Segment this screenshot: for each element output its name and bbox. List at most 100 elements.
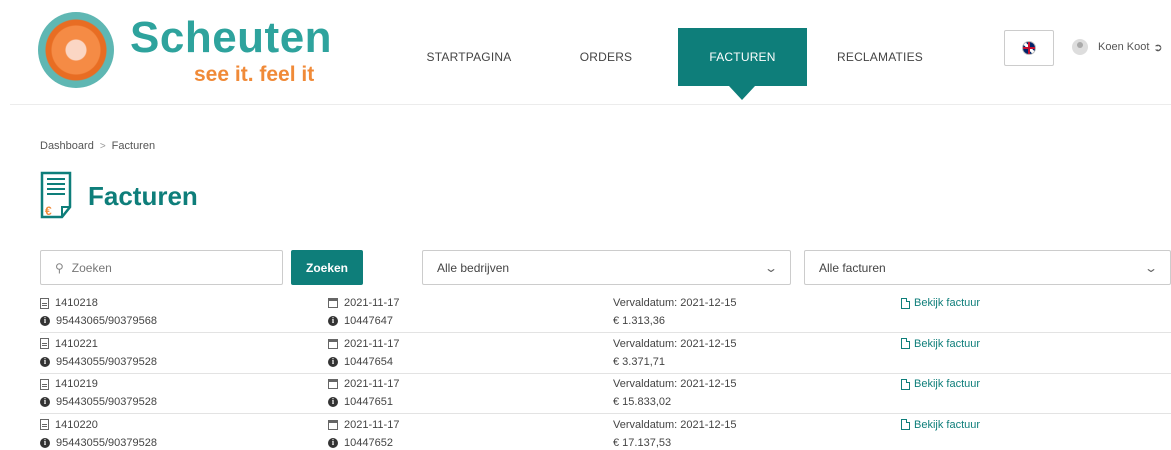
- header-divider: [10, 104, 1171, 105]
- scheuten-logo[interactable]: Scheuten see it. feel it: [38, 12, 332, 92]
- invoice-number-cell: 1410220: [40, 417, 98, 433]
- breadcrumb: Dashboard > Facturen: [40, 140, 155, 152]
- invoice-number: 1410219: [55, 378, 98, 390]
- info-icon: i: [328, 316, 338, 326]
- view-invoice-link[interactable]: Bekijk factuur: [901, 417, 980, 433]
- breadcrumb-dashboard[interactable]: Dashboard: [40, 140, 94, 152]
- language-button[interactable]: [1004, 30, 1054, 66]
- invoice-reference: 95443055/90379528: [56, 436, 157, 449]
- search-input[interactable]: [71, 260, 262, 275]
- breadcrumb-current: Facturen: [111, 140, 156, 152]
- user-menu[interactable]: Koen Koot ➲: [1072, 38, 1163, 56]
- invoice-number-cell: 1410219: [40, 376, 98, 392]
- header: Scheuten see it. feel it STARTPAGINA ORD…: [0, 0, 1171, 104]
- view-invoice-label: Bekijk factuur: [914, 297, 981, 309]
- invoice-amount: € 15.833,02: [613, 396, 672, 408]
- due-date: Vervaldatum: 2021-12-15: [613, 418, 737, 431]
- logo-tagline: see it. feel it: [194, 63, 315, 86]
- document-icon: [40, 297, 49, 309]
- invoice-number-cell: 1410221: [40, 336, 98, 352]
- invoice-amount: € 3.371,71: [613, 355, 665, 368]
- invoice-number: 1410221: [55, 337, 98, 350]
- invoice-date: 2021-11-17: [344, 418, 400, 431]
- info-icon: i: [40, 397, 50, 407]
- invoice-document-icon: €: [40, 171, 72, 219]
- logout-icon[interactable]: ➲: [1153, 41, 1162, 54]
- active-nav-indicator: [729, 86, 755, 100]
- user-name: Koen Koot: [1098, 41, 1150, 53]
- breadcrumb-separator: >: [99, 140, 106, 152]
- info-icon: i: [40, 437, 50, 448]
- invoice-row: 1410218 i 95443065/90379568 2021-11-17 i…: [40, 293, 1171, 333]
- nav-orders[interactable]: ORDERS: [548, 28, 664, 86]
- company-select[interactable]: Alle bedrijven ⌄: [422, 250, 791, 285]
- invoice-number-cell: 1410218: [40, 295, 98, 311]
- order-number: 10447652: [344, 436, 393, 449]
- view-invoice-label: Bekijk factuur: [914, 418, 981, 431]
- search-button[interactable]: Zoeken: [291, 250, 363, 285]
- order-number-cell: i 10447647: [328, 313, 393, 329]
- invoice-reference-cell: i 95443065/90379568: [40, 313, 157, 329]
- info-icon: i: [328, 356, 338, 367]
- pdf-icon: [901, 378, 910, 390]
- invoice-reference: 95443065/90379568: [56, 315, 157, 327]
- invoice-amount: € 1.313,36: [613, 315, 665, 327]
- info-icon: i: [40, 316, 50, 326]
- view-invoice-link[interactable]: Bekijk factuur: [901, 336, 980, 352]
- calendar-icon: [328, 379, 338, 389]
- due-date: Vervaldatum: 2021-12-15: [613, 297, 737, 309]
- invoice-date: 2021-11-17: [344, 337, 400, 350]
- invoice-number: 1410218: [55, 297, 98, 309]
- document-icon: [40, 338, 49, 349]
- order-number-cell: i 10447652: [328, 435, 393, 450]
- invoice-row: 1410220 i 95443055/90379528 2021-11-17 i…: [40, 415, 1171, 450]
- order-number-cell: i 10447651: [328, 394, 393, 410]
- invoice-reference: 95443055/90379528: [56, 355, 157, 368]
- invoice-row: 1410221 i 95443055/90379528 2021-11-17 i…: [40, 334, 1171, 374]
- invoice-type-select[interactable]: Alle facturen ⌄: [804, 250, 1171, 285]
- invoice-row: 1410219 i 95443055/90379528 2021-11-17 i…: [40, 374, 1171, 414]
- chevron-down-icon: ⌄: [763, 260, 779, 275]
- order-number: 10447654: [344, 355, 393, 368]
- invoice-reference-cell: i 95443055/90379528: [40, 354, 157, 370]
- document-icon: [40, 378, 49, 390]
- nav-reclamaties[interactable]: RECLAMATIES: [815, 28, 945, 86]
- view-invoice-link[interactable]: Bekijk factuur: [901, 376, 980, 392]
- invoice-date-cell: 2021-11-17: [328, 417, 399, 433]
- calendar-icon: [328, 338, 338, 349]
- due-date: Vervaldatum: 2021-12-15: [613, 378, 737, 390]
- chevron-down-icon: ⌄: [1143, 260, 1159, 275]
- order-number-cell: i 10447654: [328, 354, 393, 370]
- view-invoice-label: Bekijk factuur: [914, 337, 981, 350]
- invoice-date: 2021-11-17: [344, 297, 400, 309]
- view-invoice-label: Bekijk factuur: [914, 378, 981, 390]
- calendar-icon: [328, 298, 338, 308]
- invoice-date-cell: 2021-11-17: [328, 376, 399, 392]
- invoice-date-cell: 2021-11-17: [328, 336, 399, 352]
- invoice-amount: € 17.137,53: [613, 436, 672, 449]
- search-field[interactable]: ⚲: [40, 250, 283, 285]
- invoice-date-cell: 2021-11-17: [328, 295, 399, 311]
- invoice-reference-cell: i 95443055/90379528: [40, 394, 157, 410]
- nav-startpagina[interactable]: STARTPAGINA: [405, 28, 533, 86]
- invoice-reference-cell: i 95443055/90379528: [40, 435, 157, 450]
- pdf-icon: [901, 297, 910, 309]
- company-select-value: Alle bedrijven: [437, 260, 510, 275]
- due-date: Vervaldatum: 2021-12-15: [613, 337, 737, 350]
- document-icon: [40, 419, 49, 430]
- pdf-icon: [901, 338, 910, 349]
- logo-ring-icon: [38, 12, 114, 88]
- search-icon: ⚲: [55, 260, 64, 275]
- order-number: 10447651: [344, 396, 393, 408]
- invoice-reference: 95443055/90379528: [56, 396, 157, 408]
- page-title: Facturen: [88, 181, 198, 211]
- calendar-icon: [328, 419, 338, 430]
- view-invoice-link[interactable]: Bekijk factuur: [901, 295, 980, 311]
- invoice-number: 1410220: [55, 418, 98, 431]
- avatar: [1072, 39, 1088, 55]
- order-number: 10447647: [344, 315, 393, 327]
- nav-facturen[interactable]: FACTUREN: [678, 28, 807, 86]
- pdf-icon: [901, 419, 910, 430]
- svg-text:€: €: [45, 204, 52, 218]
- invoice-type-select-value: Alle facturen: [819, 260, 886, 275]
